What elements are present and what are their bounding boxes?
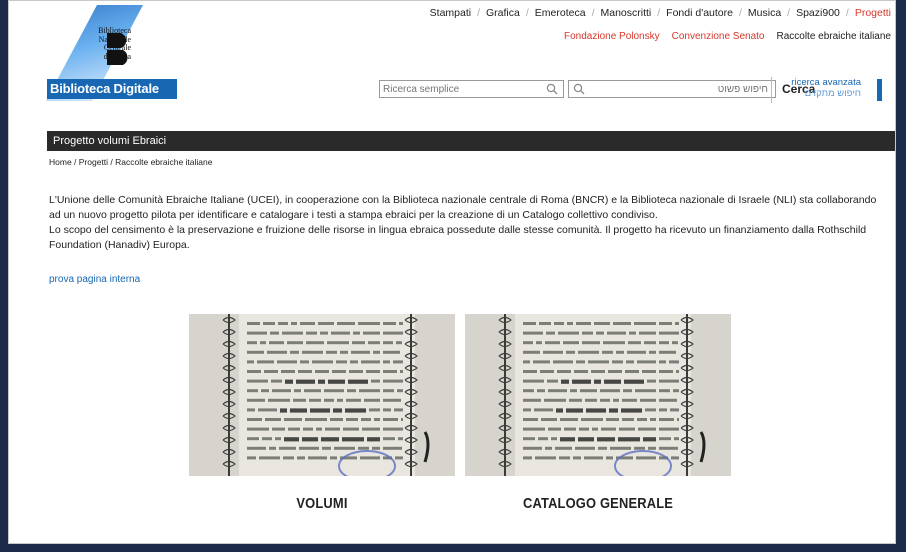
nav-separator: / xyxy=(657,7,661,19)
intro-paragraph: L'Unione delle Comunità Ebraiche Italian… xyxy=(49,194,877,221)
card-volumi-image[interactable] xyxy=(189,314,455,476)
card-catalogo-label[interactable]: CATALOGO GENERALE xyxy=(484,495,713,512)
search-bar: Cerca xyxy=(379,79,815,99)
simple-search-box xyxy=(379,80,564,98)
breadcrumb[interactable]: Home / Progetti / Raccolte ebraiche ital… xyxy=(49,157,212,167)
nav-separator: / xyxy=(477,7,481,19)
nav-manoscritti[interactable]: Manoscritti xyxy=(600,7,651,19)
biblioteca-digitale-banner[interactable]: Biblioteca Digitale xyxy=(47,79,177,99)
advanced-search-label: ricerca avanzata xyxy=(791,77,861,88)
nav-separator: / xyxy=(845,7,849,19)
search-icon[interactable] xyxy=(573,83,585,95)
nav-separator: / xyxy=(525,7,529,19)
advanced-search-link[interactable]: ricerca avanzata חיפוש מתקדם xyxy=(771,77,861,103)
intro-paragraph: Lo scopo del censimento è la preservazio… xyxy=(49,224,867,251)
nav-separator: / xyxy=(738,7,742,19)
main-nav: Stampati / Grafica / Emeroteca / Manoscr… xyxy=(430,5,891,21)
search-icon[interactable] xyxy=(546,83,558,95)
nav-separator: / xyxy=(591,7,595,19)
nav-stampati[interactable]: Stampati xyxy=(430,7,471,19)
intro-text: L'Unione delle Comunità Ebraiche Italian… xyxy=(49,193,889,253)
advanced-search-label-hebrew: חיפוש מתקדם xyxy=(804,88,861,99)
manuscript-page-image xyxy=(465,314,731,476)
page-title: Progetto volumi Ebraici xyxy=(47,131,895,151)
nav-separator: / xyxy=(787,7,791,19)
card-volumi-label[interactable]: VOLUMI xyxy=(208,495,437,512)
hebrew-search-input[interactable] xyxy=(585,81,771,97)
nav-grafica[interactable]: Grafica xyxy=(486,7,520,19)
page-frame: Biblioteca Nazionale Centrale di Roma Bi… xyxy=(8,0,896,544)
nav-fondi-autore[interactable]: Fondi d'autore xyxy=(666,7,733,19)
subnav-convenzione-senato[interactable]: Convenzione Senato xyxy=(672,31,765,42)
subnav-fondazione-polonsky[interactable]: Fondazione Polonsky xyxy=(564,31,660,42)
manuscript-page-image xyxy=(189,314,455,476)
simple-search-input[interactable] xyxy=(380,81,546,97)
prova-pagina-link[interactable]: prova pagina interna xyxy=(49,274,140,285)
nav-progetti[interactable]: Progetti xyxy=(855,7,891,19)
advanced-search-accent xyxy=(877,79,882,101)
nav-spazi900[interactable]: Spazi900 xyxy=(796,7,840,19)
logo-b-icon xyxy=(107,33,128,65)
subnav-raccolte-ebraiche[interactable]: Raccolte ebraiche italiane xyxy=(776,31,891,42)
nav-musica[interactable]: Musica xyxy=(748,7,781,19)
card-catalogo-image[interactable] xyxy=(465,314,731,476)
nav-emeroteca[interactable]: Emeroteca xyxy=(535,7,586,19)
hebrew-search-box xyxy=(568,80,776,98)
sub-nav: Fondazione Polonsky Convenzione Senato R… xyxy=(552,29,891,43)
